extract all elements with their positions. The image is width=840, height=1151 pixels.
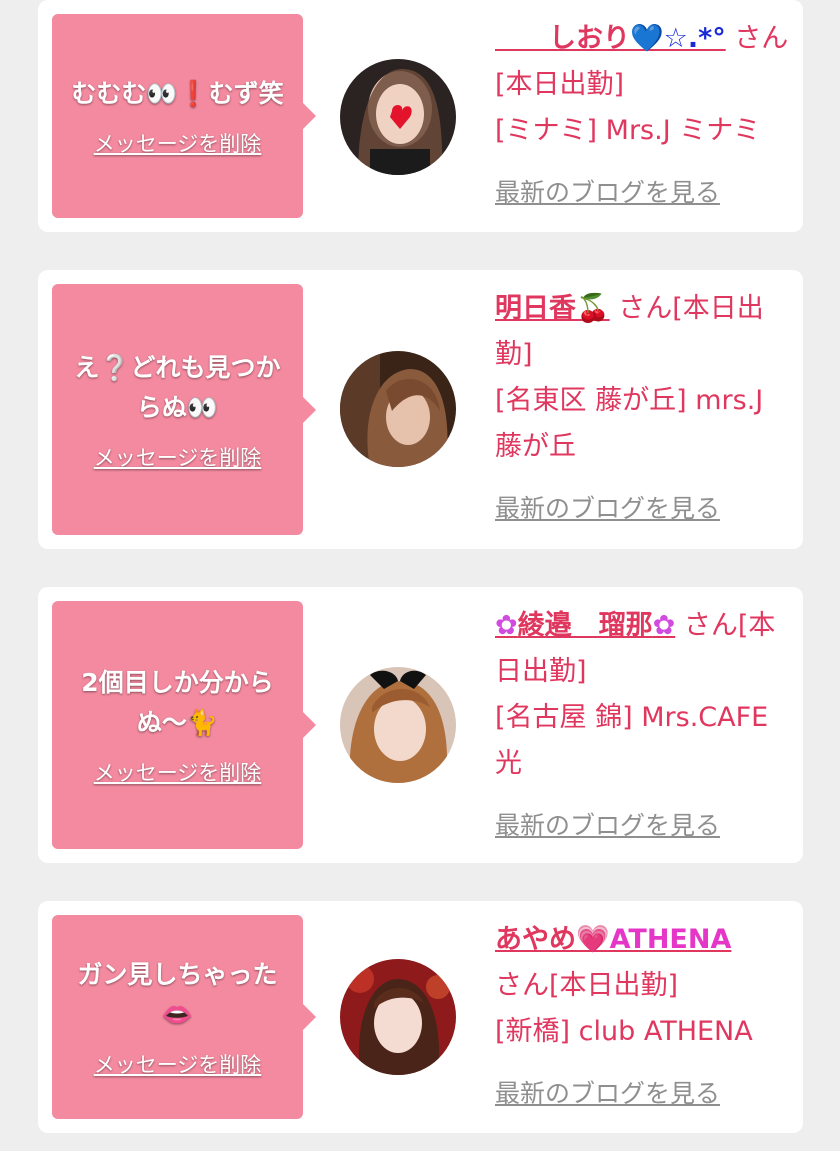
message-text: むむむ👀❗️むず笑 — [71, 79, 284, 108]
blog-link[interactable]: 最新のブログを見る — [495, 803, 720, 849]
delete-message-link[interactable]: メッセージを削除 — [94, 128, 262, 158]
cast-name-link[interactable]: しおり💙☆.*° — [495, 23, 726, 54]
message-list: むむむ👀❗️むず笑 メッセージを削除 しおり💙☆.*° さん[本日出勤] [ミナ… — [0, 0, 840, 1151]
cast-info: あやめ💗ATHENA さん[本日出勤] [新橋] club ATHENA 最新の… — [495, 917, 795, 1117]
message-bubble: 2個目しか分からぬ〜🐈 メッセージを削除 — [52, 601, 316, 849]
delete-message-link[interactable]: メッセージを削除 — [94, 442, 262, 472]
avatar[interactable] — [340, 667, 456, 783]
list-item: 2個目しか分からぬ〜🐈 メッセージを削除 ✿綾邉 瑠那✿ さん[本日出勤] [名… — [38, 587, 803, 863]
blog-link[interactable]: 最新のブログを見る — [495, 170, 720, 216]
cast-info: 明日香🍒 さん[本日出勤] [名東区 藤が丘] mrs.J 藤が丘 最新のブログ… — [495, 286, 795, 532]
cast-name-link[interactable]: あやめ💗ATHENA — [495, 924, 731, 955]
message-bubble: ガン見しちゃった 👄 メッセージを削除 — [52, 915, 316, 1119]
avatar[interactable] — [340, 59, 456, 175]
delete-message-link[interactable]: メッセージを削除 — [94, 757, 262, 787]
cast-info: しおり💙☆.*° さん[本日出勤] [ミナミ] Mrs.J ミナミ 最新のブログ… — [495, 16, 795, 216]
message-text: ガン見しちゃった 👄 — [77, 960, 278, 1029]
avatar-image — [340, 667, 456, 783]
avatar-image — [340, 959, 456, 1075]
blue-heart-icon: 💙☆.*° — [630, 23, 726, 54]
flower-icon: ✿ — [652, 610, 676, 641]
cast-shop: [ミナミ] Mrs.J ミナミ — [495, 115, 761, 146]
pink-heart-icon: 💗ATHENA — [576, 924, 732, 955]
cherry-icon: 🍒 — [576, 293, 610, 324]
cast-status: さん[本日出勤] — [495, 970, 679, 1001]
message-text: え❔どれも見つからぬ👀 — [74, 352, 281, 422]
blog-link[interactable]: 最新のブログを見る — [495, 486, 720, 532]
avatar[interactable] — [340, 351, 456, 467]
list-item: むむむ👀❗️むず笑 メッセージを削除 しおり💙☆.*° さん[本日出勤] [ミナ… — [38, 0, 803, 232]
delete-message-link[interactable]: メッセージを削除 — [94, 1049, 262, 1079]
list-item: え❔どれも見つからぬ👀 メッセージを削除 明日香🍒 さん[本日出勤] [名東区 … — [38, 270, 803, 549]
cast-name-link[interactable]: ✿綾邉 瑠那✿ — [495, 610, 675, 641]
message-bubble: むむむ👀❗️むず笑 メッセージを削除 — [52, 14, 316, 218]
list-item: ガン見しちゃった 👄 メッセージを削除 あやめ💗ATHENA さん[本日出勤] … — [38, 901, 803, 1133]
avatar[interactable] — [340, 959, 456, 1075]
message-bubble: え❔どれも見つからぬ👀 メッセージを削除 — [52, 284, 316, 535]
cast-shop: [名東区 藤が丘] mrs.J 藤が丘 — [495, 385, 764, 462]
cast-name-link[interactable]: 明日香🍒 — [495, 293, 610, 324]
cast-shop: [名古屋 錦] Mrs.CAFE 光 — [495, 702, 769, 779]
cast-info: ✿綾邉 瑠那✿ さん[本日出勤] [名古屋 錦] Mrs.CAFE 光 最新のブ… — [495, 603, 795, 849]
avatar-image — [340, 59, 456, 175]
message-text: 2個目しか分からぬ〜🐈 — [81, 668, 274, 737]
blog-link[interactable]: 最新のブログを見る — [495, 1071, 720, 1117]
flower-icon: ✿ — [495, 610, 518, 641]
avatar-image — [340, 351, 456, 467]
cast-shop: [新橋] club ATHENA — [495, 1016, 753, 1047]
